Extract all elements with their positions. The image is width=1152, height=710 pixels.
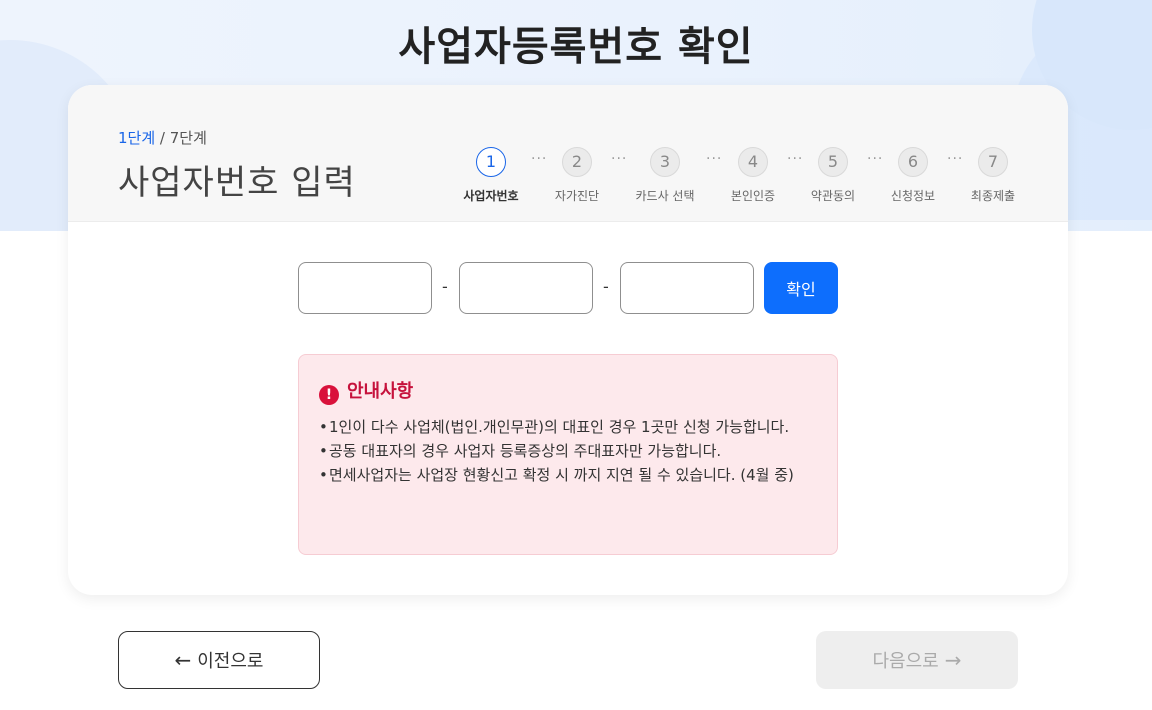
step-number: 7 — [978, 147, 1008, 177]
step-number: 5 — [818, 147, 848, 177]
notice-item: 1인이 다수 사업체(법인.개인무관)의 대표인 경우 1곳만 신청 가능합니다… — [319, 415, 819, 439]
step-1: 1 사업자번호 — [446, 147, 536, 204]
alert-circle-icon: ! — [319, 385, 339, 405]
step-label: 본인인증 — [730, 189, 776, 203]
main-card: 1단계 / 7단계 사업자번호 입력 1 사업자번호 ··· 2 자가진단 ··… — [68, 85, 1068, 595]
stepper: 1 사업자번호 ··· 2 자가진단 ··· 3 카드사 선택 ··· 4 본인… — [68, 85, 1068, 221]
notice-title-text: 안내사항 — [347, 381, 414, 402]
step-4: 4 본인인증 — [708, 147, 798, 204]
step-5: 5 약관동의 — [788, 147, 878, 204]
notice-box: ! 안내사항 1인이 다수 사업체(법인.개인무관)의 대표인 경우 1곳만 신청… — [298, 354, 838, 555]
step-number: 6 — [898, 147, 928, 177]
confirm-button[interactable]: 확인 — [764, 262, 838, 314]
step-label: 카드사 선택 — [635, 189, 695, 203]
step-number: 3 — [650, 147, 680, 177]
step-label: 약관동의 — [810, 189, 856, 203]
previous-label: 이전으로 — [197, 651, 264, 672]
notice-item: 면세사업자는 사업장 현황신고 확정 시 까지 지연 될 수 있습니다. (4월… — [319, 463, 819, 487]
step-label: 신청정보 — [890, 189, 936, 203]
arrow-left-icon: ← — [174, 648, 192, 672]
page-title: 사업자등록번호 확인 — [398, 24, 754, 70]
previous-button[interactable]: ← 이전으로 — [118, 631, 320, 689]
step-number: 2 — [562, 147, 592, 177]
step-number: 4 — [738, 147, 768, 177]
business-number-part2-input[interactable] — [459, 262, 593, 314]
next-button[interactable]: 다음으로 → — [816, 631, 1018, 689]
step-2: 2 자가진단 — [532, 147, 622, 204]
business-number-part1-input[interactable] — [298, 262, 432, 314]
notice-title: ! 안내사항 — [319, 377, 413, 405]
step-number: 1 — [476, 147, 506, 177]
step-6: 6 신청정보 — [868, 147, 958, 204]
progress-header: 1단계 / 7단계 사업자번호 입력 1 사업자번호 ··· 2 자가진단 ··… — [68, 85, 1068, 222]
arrow-right-icon: → — [944, 648, 962, 672]
separator-dash: - — [442, 277, 448, 296]
next-label: 다음으로 — [872, 651, 939, 672]
step-3: 3 카드사 선택 — [620, 147, 710, 204]
step-label: 사업자번호 — [463, 189, 519, 203]
separator-dash: - — [603, 277, 609, 296]
business-number-part3-input[interactable] — [620, 262, 754, 314]
step-7: 7 최종제출 — [948, 147, 1038, 204]
step-label: 최종제출 — [970, 189, 1016, 203]
notice-item: 공동 대표자의 경우 사업자 등록증상의 주대표자만 가능합니다. — [319, 439, 819, 463]
notice-list: 1인이 다수 사업체(법인.개인무관)의 대표인 경우 1곳만 신청 가능합니다… — [319, 415, 819, 487]
step-label: 자가진단 — [554, 189, 600, 203]
